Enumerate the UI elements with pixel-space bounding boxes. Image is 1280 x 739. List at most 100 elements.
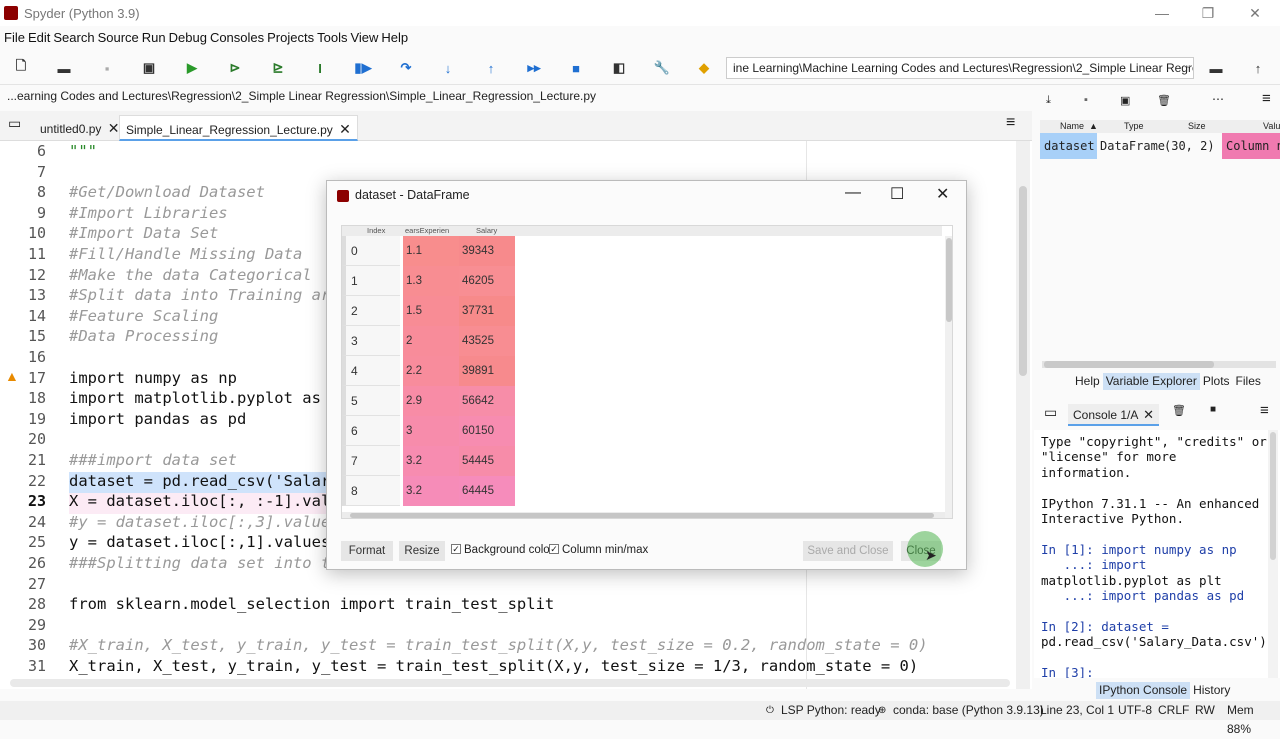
table-vertical-scrollbar[interactable] <box>945 236 952 518</box>
salary-cell[interactable]: 56642 <box>459 386 515 416</box>
run-cell-icon[interactable]: ⊳ <box>225 58 245 78</box>
stop-kernel-icon[interactable]: ■ <box>1210 404 1216 415</box>
column-minmax-checkbox[interactable]: ✓ <box>549 544 559 554</box>
restore-icon[interactable]: ❐ <box>1193 2 1223 24</box>
import-data-icon[interactable]: ⤓ <box>1046 94 1051 107</box>
preferences-wrench-icon[interactable]: 🔧 <box>652 58 672 78</box>
tab-simple-linear-regression[interactable]: Simple_Linear_Regression_Lecture.py ✕ <box>119 115 358 141</box>
save-and-close-button[interactable]: Save and Close <box>803 541 893 561</box>
table-horizontal-scrollbar[interactable] <box>342 512 945 518</box>
years-experience-cell[interactable]: 1.1 <box>403 236 459 266</box>
header-value[interactable]: Valu <box>1263 120 1280 133</box>
browse-directory-icon[interactable]: ▬ <box>1206 58 1226 78</box>
table-row[interactable]: 1 1.3 46205 <box>342 266 942 296</box>
tab-help[interactable]: Help <box>1072 373 1103 390</box>
close-dialog-icon[interactable]: ✕ <box>936 184 949 204</box>
pane-options-icon[interactable]: ≡ <box>1262 90 1271 107</box>
tab-history[interactable]: History <box>1190 682 1233 699</box>
save-all-icon[interactable]: ▣ <box>139 58 159 78</box>
open-file-icon[interactable]: ▬ <box>54 58 74 78</box>
editor-options-icon[interactable]: ≡ <box>1006 114 1015 132</box>
maximize-icon[interactable]: ☐ <box>890 184 904 204</box>
chevron-down-icon[interactable]: ⌄ <box>1184 60 1192 71</box>
table-row[interactable]: 6 3 60150 <box>342 416 942 446</box>
tab-untitled0[interactable]: untitled0.py ✕ <box>34 115 125 141</box>
new-file-icon[interactable]: 🗋 <box>11 58 31 78</box>
header-index[interactable]: Index <box>367 226 385 236</box>
parent-directory-icon[interactable]: ↑ <box>1248 58 1268 78</box>
close-window-icon[interactable]: ✕ <box>1240 2 1270 24</box>
resize-button[interactable]: Resize <box>399 541 445 561</box>
years-experience-cell[interactable]: 3.2 <box>403 476 459 506</box>
years-experience-cell[interactable]: 1.5 <box>403 296 459 326</box>
debug-icon[interactable]: ▮▶ <box>353 58 373 78</box>
menu-edit[interactable]: Edit <box>28 30 50 45</box>
browse-tabs-icon[interactable]: ▭ <box>8 115 21 132</box>
format-button[interactable]: Format <box>341 541 393 561</box>
scrollbar-thumb[interactable] <box>350 513 934 518</box>
salary-cell[interactable]: 54445 <box>459 446 515 476</box>
tab-files[interactable]: Files <box>1233 373 1264 390</box>
run-icon[interactable]: ▶ <box>182 58 202 78</box>
years-experience-cell[interactable]: 2.9 <box>403 386 459 416</box>
header-type[interactable]: Type <box>1124 120 1144 133</box>
pane-options-icon[interactable]: ≡ <box>1260 402 1269 419</box>
menu-consoles[interactable]: Consoles <box>210 30 264 45</box>
save-data-icon[interactable]: ▪ <box>1084 94 1088 106</box>
table-row[interactable]: 2 1.5 37731 <box>342 296 942 326</box>
scrollbar-thumb[interactable] <box>1270 432 1276 560</box>
menu-search[interactable]: Search <box>53 30 94 45</box>
table-row[interactable]: 3 2 43525 <box>342 326 942 356</box>
save-icon[interactable]: ▪ <box>97 58 117 78</box>
menu-help[interactable]: Help <box>381 30 408 45</box>
menu-file[interactable]: File <box>4 30 25 45</box>
console-output[interactable]: Type "copyright", "credits" or "license" … <box>1034 430 1280 678</box>
salary-cell[interactable]: 39343 <box>459 236 515 266</box>
header-salary[interactable]: Salary <box>476 226 497 236</box>
table-row[interactable]: 5 2.9 56642 <box>342 386 942 416</box>
more-options-icon[interactable]: ⋯ <box>1212 92 1224 106</box>
run-cell-advance-icon[interactable]: ⊵ <box>268 58 288 78</box>
minimize-icon[interactable]: — <box>845 184 861 202</box>
menu-source[interactable]: Source <box>98 30 139 45</box>
table-row[interactable]: 4 2.2 39891 <box>342 356 942 386</box>
variable-row-dataset[interactable]: dataset DataFrame (30, 2) Column n <box>1040 133 1280 159</box>
header-size[interactable]: Size <box>1188 120 1206 133</box>
run-selection-icon[interactable]: I <box>310 58 330 78</box>
table-row[interactable]: 7 3.2 54445 <box>342 446 942 476</box>
tab-plots[interactable]: Plots <box>1200 373 1233 390</box>
salary-cell[interactable]: 64445 <box>459 476 515 506</box>
years-experience-cell[interactable]: 2.2 <box>403 356 459 386</box>
save-data-as-icon[interactable]: ▣ <box>1120 94 1130 107</box>
table-row[interactable]: 8 3.2 64445 <box>342 476 942 506</box>
tab-console-1a[interactable]: Console 1/A ✕ <box>1068 404 1159 426</box>
dataframe-table[interactable]: Index earsExperien Salary 0 1.1 39343 1 1.3 4… <box>341 225 953 519</box>
close-tab-icon[interactable]: ✕ <box>1143 407 1154 422</box>
background-color-checkbox[interactable]: ✓ <box>451 544 461 554</box>
years-experience-cell[interactable]: 1.3 <box>403 266 459 296</box>
stop-debug-icon[interactable]: ■ <box>566 58 586 78</box>
remove-icon[interactable]: 🗑 <box>1172 404 1186 417</box>
tab-ipython-console[interactable]: IPython Console <box>1096 682 1191 699</box>
salary-cell[interactable]: 37731 <box>459 296 515 326</box>
warning-icon[interactable]: ▲ <box>5 368 19 384</box>
tab-variable-explorer[interactable]: Variable Explorer <box>1102 373 1200 390</box>
remove-all-icon[interactable]: 🗑 <box>1157 94 1171 107</box>
menu-debug[interactable]: Debug <box>169 30 207 45</box>
menu-tools[interactable]: Tools <box>317 30 347 45</box>
scrollbar-thumb[interactable] <box>1044 361 1214 368</box>
scrollbar-thumb[interactable] <box>1019 186 1027 376</box>
header-years-experience[interactable]: earsExperien <box>405 226 460 236</box>
minimize-icon[interactable]: — <box>1147 2 1177 24</box>
header-name[interactable]: Name <box>1060 120 1084 133</box>
menu-run[interactable]: Run <box>142 30 166 45</box>
step-into-icon[interactable]: ↓ <box>438 58 458 78</box>
years-experience-cell[interactable]: 2 <box>403 326 459 356</box>
step-icon[interactable]: ↷ <box>396 58 416 78</box>
step-return-icon[interactable]: ↑ <box>481 58 501 78</box>
variable-horizontal-scrollbar[interactable] <box>1042 361 1276 368</box>
salary-cell[interactable]: 39891 <box>459 356 515 386</box>
continue-icon[interactable]: ▸▸ <box>524 58 544 78</box>
working-directory-input[interactable]: ine Learning\Machine Learning Codes and … <box>726 57 1194 79</box>
console-scrollbar[interactable] <box>1268 430 1278 678</box>
